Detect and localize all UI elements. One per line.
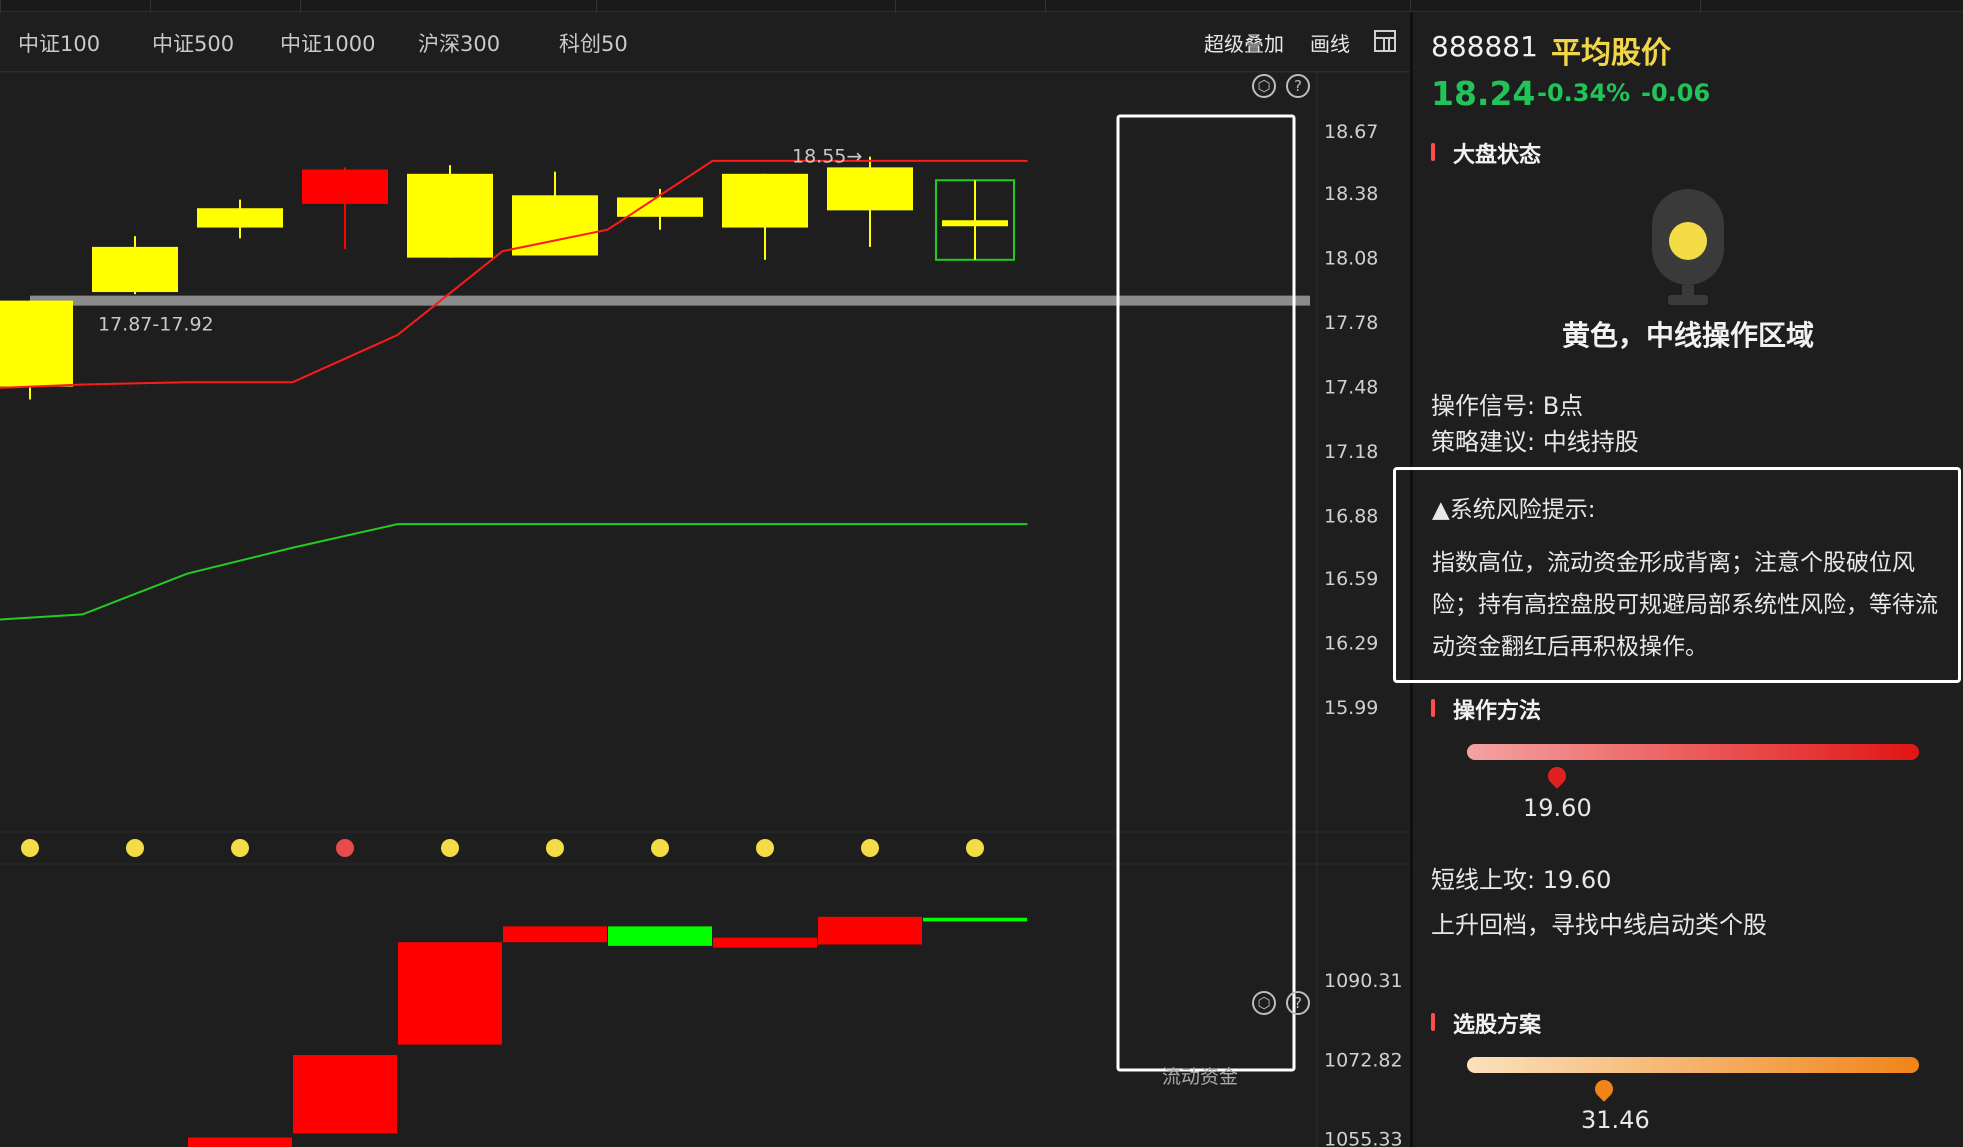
flow-bar [398, 942, 502, 1045]
stock-price: 18.24 [1431, 74, 1536, 113]
method-pin-value: 19.60 [1523, 794, 1592, 822]
draw-line-button[interactable]: 画线 [1310, 28, 1350, 57]
flow-bar [923, 917, 1027, 922]
stock-name: 平均股价 [1551, 36, 1671, 71]
candle-body [197, 208, 283, 228]
flow-help-icon[interactable]: ? [1286, 991, 1310, 1015]
tab-csi500[interactable]: 中证500 [152, 28, 234, 58]
signal-dot [21, 839, 39, 857]
market-status-text: 黄色，中线操作区域 [1561, 319, 1814, 352]
flow-fund-label: 流动资金 [1162, 1066, 1239, 1088]
candle-body [92, 246, 178, 293]
kline-chart[interactable]: 18.67 18.38 18.08 17.78 17.48 17.18 16.88 16.59… [0, 71, 1410, 1147]
top-strip [0, 0, 1963, 12]
risk-warning-box: ▲系统风险提示: 指数高位，流动资金形成背离；注意个股破位风险；持有高控盘股可规… [1393, 467, 1961, 683]
candle-body [407, 173, 493, 258]
flow-bar [188, 1137, 292, 1147]
y-tick-label: 15.99 [1324, 697, 1378, 719]
stock-change-percent: -0.34% [1537, 79, 1631, 107]
status-light-indicator [1669, 222, 1707, 260]
y-tick-label: 18.67 [1324, 121, 1378, 143]
help-icon[interactable]: ? [1286, 74, 1310, 98]
flow-bar [293, 1055, 397, 1134]
tab-csi100[interactable]: 中证100 [18, 28, 100, 58]
index-tab-bar: 中证100 中证500 中证1000 沪深300 科创50 超级叠加 画线 [0, 12, 1410, 72]
risk-warning-body: 指数高位，流动资金形成背离；注意个股破位风险；持有高控盘股可规避局部系统性风险，… [1432, 550, 1938, 660]
signal-dot [966, 839, 984, 857]
method-line-1: 短线上攻: 19.60 [1431, 866, 1612, 894]
candle-body [827, 167, 913, 211]
stock-code: 888881 [1431, 30, 1538, 63]
settings-hex-icon[interactable]: ⬡ [1252, 74, 1276, 98]
y-tick-label: 16.59 [1324, 568, 1378, 590]
market-status-title: 大盘状态 [1413, 137, 1541, 169]
risk-warning-title: ▲系统风险提示: [1432, 497, 1596, 523]
y-tick-label: 17.48 [1324, 377, 1378, 399]
flow-bar [818, 916, 922, 945]
signal-dot [651, 839, 669, 857]
signal-dot [861, 839, 879, 857]
y-tick-label: 18.38 [1324, 183, 1378, 205]
tab-star50[interactable]: 科创50 [559, 28, 628, 58]
flow-tick-label: 1090.31 [1324, 970, 1403, 992]
high-label: 18.55→ [792, 146, 862, 168]
method-gradient-bar [1467, 744, 1919, 760]
strategy-advice: 策略建议: 中线持股 [1431, 428, 1639, 456]
tab-csi1000[interactable]: 中证1000 [280, 28, 375, 58]
selection-gradient-bar [1467, 1057, 1919, 1073]
flow-bar [608, 926, 712, 946]
method-line-2: 上升回档，寻找中线启动类个股 [1431, 911, 1767, 939]
layout-grid-icon[interactable] [1374, 30, 1396, 52]
y-tick-label: 17.78 [1324, 312, 1378, 334]
overlay-button[interactable]: 超级叠加 [1204, 28, 1284, 57]
operation-signal: 操作信号: B点 [1431, 392, 1584, 420]
candle-body [722, 173, 808, 228]
signal-dot [546, 839, 564, 857]
candle-body [302, 169, 388, 204]
candle-body [0, 300, 73, 387]
method-pin-marker [1544, 763, 1570, 789]
signal-dot [441, 839, 459, 857]
traffic-light-icon [1652, 189, 1724, 305]
tab-hs300[interactable]: 沪深300 [418, 28, 500, 58]
signal-dot [756, 839, 774, 857]
y-tick-label: 16.88 [1324, 506, 1378, 528]
stock-change-value: -0.06 [1641, 79, 1711, 107]
y-tick-label: 18.08 [1324, 248, 1378, 270]
signal-dot [126, 839, 144, 857]
selection-pin-value: 31.46 [1581, 1106, 1650, 1134]
flow-settings-icon[interactable]: ⬡ [1252, 991, 1276, 1015]
flow-bar [503, 926, 607, 943]
flow-tick-label: 1055.33 [1324, 1129, 1403, 1147]
method-title: 操作方法 [1413, 693, 1541, 725]
flow-tick-label: 1072.82 [1324, 1049, 1403, 1071]
signal-dot [231, 839, 249, 857]
signal-dot [336, 839, 354, 857]
kline-chart-canvas: 18.67 18.38 18.08 17.78 17.48 17.18 16.88 16.59… [0, 71, 1410, 1147]
support-label: 17.87-17.92 [98, 314, 214, 336]
selection-title: 选股方案 [1413, 1007, 1541, 1039]
current-candle-highlight [1116, 114, 1296, 1072]
green-trend-line [0, 523, 1028, 621]
market-status-panel: 888881 平均股价 18.24 -0.34% -0.06 大盘状态 黄色，中… [1393, 12, 1963, 1147]
flow-bar [713, 937, 817, 948]
selection-pin-marker [1591, 1076, 1617, 1102]
y-tick-label: 16.29 [1324, 632, 1378, 654]
y-tick-label: 17.18 [1324, 441, 1378, 463]
